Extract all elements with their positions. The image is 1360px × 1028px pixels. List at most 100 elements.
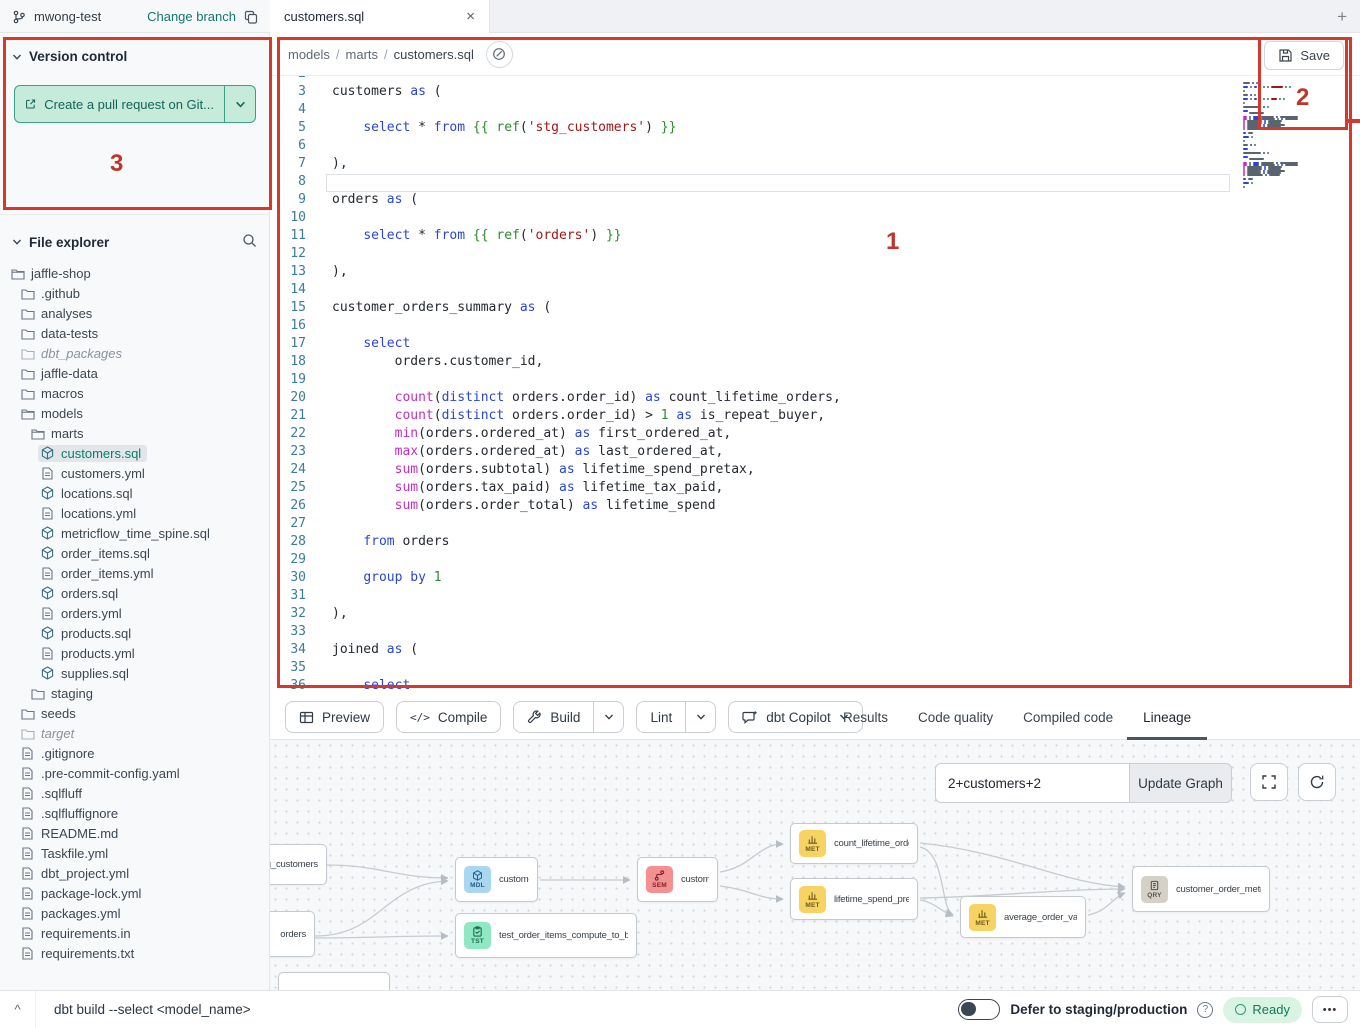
tab-customers-sql[interactable]: customers.sql ×	[270, 0, 490, 33]
file-tree-item-packages-yml[interactable]: packages.yml	[0, 903, 269, 923]
build-button[interactable]: Build	[514, 702, 593, 732]
file-tree-item-macros[interactable]: macros	[0, 383, 269, 403]
update-graph-button[interactable]: Update Graph	[1130, 763, 1232, 803]
file-tree-item--gitignore[interactable]: .gitignore	[0, 743, 269, 763]
panel-tab-code-quality[interactable]: Code quality	[918, 695, 993, 740]
line-number: 29	[270, 552, 306, 570]
file-health-icon[interactable]	[486, 41, 513, 68]
editor-minimap[interactable]	[1243, 80, 1323, 190]
file-tree-item-orders-yml[interactable]: orders.yml	[0, 603, 269, 623]
create-pr-button[interactable]: Create a pull request on Git...	[14, 85, 256, 123]
collapse-panel-icon[interactable]: ^	[0, 991, 36, 1028]
lineage-selector-input[interactable]: 2+customers+2	[935, 763, 1130, 803]
folder-icon	[10, 266, 25, 281]
search-icon[interactable]	[242, 233, 257, 251]
file-tree-item-readme-md[interactable]: README.md	[0, 823, 269, 843]
lint-caret[interactable]	[685, 702, 715, 732]
build-caret[interactable]	[593, 702, 623, 732]
panel-tab-lineage[interactable]: Lineage	[1143, 695, 1191, 740]
line-number: 10	[270, 210, 306, 228]
model-cube-icon	[40, 446, 55, 461]
file-tree-item-jaffle-data[interactable]: jaffle-data	[0, 363, 269, 383]
lineage-node-customers[interactable]: SEMcustomers	[637, 857, 718, 902]
change-branch-link[interactable]: Change branch	[147, 9, 236, 24]
ready-badge: Ready	[1223, 997, 1302, 1023]
file-tree-item--pre-commit-config-yaml[interactable]: .pre-commit-config.yaml	[0, 763, 269, 783]
node-type-badge-met: MET	[799, 886, 826, 913]
lineage-node-orders[interactable]: orders	[270, 911, 315, 957]
file-tree-item-marts[interactable]: marts	[0, 423, 269, 443]
node-label: test_order_items_compute_to_bools...	[499, 930, 628, 941]
lineage-node-count-lifetime-orders[interactable]: METcount_lifetime_orders	[790, 823, 918, 864]
file-tree-item-requirements-in[interactable]: requirements.in	[0, 923, 269, 943]
file-tree-item-jaffle-shop[interactable]: jaffle-shop	[0, 263, 269, 283]
defer-toggle[interactable]	[958, 999, 1000, 1020]
file-tree-item-taskfile-yml[interactable]: Taskfile.yml	[0, 843, 269, 863]
file-tree-item-order-items-sql[interactable]: order_items.sql	[0, 543, 269, 563]
line-number: 12	[270, 246, 306, 264]
breadcrumb-file[interactable]: customers.sql	[394, 47, 474, 62]
lineage-node-lifetime-spend-pretax[interactable]: METlifetime_spend_pretax	[790, 878, 918, 920]
file-tree-item--sqlfluffignore[interactable]: .sqlfluffignore	[0, 803, 269, 823]
copy-icon[interactable]	[244, 10, 258, 24]
fullscreen-button[interactable]	[1250, 763, 1288, 801]
create-pr-caret[interactable]	[225, 86, 255, 122]
file-tree-item-dbt-packages[interactable]: dbt_packages	[0, 343, 269, 363]
file-tree-item-supplies-sql[interactable]: supplies.sql	[0, 663, 269, 683]
file-tree-item-locations-sql[interactable]: locations.sql	[0, 483, 269, 503]
lineage-node-partial[interactable]	[278, 972, 390, 990]
create-pr-main[interactable]: Create a pull request on Git...	[15, 86, 225, 122]
lineage-node-customer-order-metrics[interactable]: QRYcustomer_order_metrics	[1132, 866, 1270, 912]
file-tree-item-dbt-project-yml[interactable]: dbt_project.yml	[0, 863, 269, 883]
lineage-node-test-order-items-compute-to-bo[interactable]: TSTtest_order_items_compute_to_bools...	[455, 913, 637, 958]
file-tree-item-products-sql[interactable]: products.sql	[0, 623, 269, 643]
lineage-node-average-order-value[interactable]: METaverage_order_value	[960, 896, 1086, 938]
code-line-5: 5 select * from {{ ref('stg_customers') …	[270, 120, 1360, 138]
file-tree-item-package-lock-yml[interactable]: package-lock.yml	[0, 883, 269, 903]
breadcrumb-models[interactable]: models	[288, 47, 330, 62]
folder-icon	[20, 386, 35, 401]
folder-icon	[30, 426, 45, 441]
file-tree-item-models[interactable]: models	[0, 403, 269, 423]
lineage-node-stg-customers[interactable]: stg_customers	[270, 844, 327, 885]
file-tree-item-customers-yml[interactable]: customers.yml	[0, 463, 269, 483]
file-tree-item-products-yml[interactable]: products.yml	[0, 643, 269, 663]
file-tree-item-locations-yml[interactable]: locations.yml	[0, 503, 269, 523]
code-line-4: 4	[270, 102, 1360, 120]
file-tree-label: .sqlfluffignore	[41, 806, 118, 821]
file-tree-item-requirements-txt[interactable]: requirements.txt	[0, 943, 269, 963]
tab-close-icon[interactable]: ×	[466, 9, 475, 24]
file-tree-item--github[interactable]: .github	[0, 283, 269, 303]
file-tree-item-data-tests[interactable]: data-tests	[0, 323, 269, 343]
lineage-canvas[interactable]: stg_customersorders MDLcustomers TSTtest_o…	[270, 740, 1360, 990]
file-tree-item-metricflow-time-spine-sql[interactable]: metricflow_time_spine.sql	[0, 523, 269, 543]
version-control-header[interactable]: Version control	[0, 33, 269, 64]
file-tree-item--sqlfluff[interactable]: .sqlfluff	[0, 783, 269, 803]
compile-button[interactable]: </> Compile	[396, 701, 501, 733]
file-tree-item-customers-sql[interactable]: customers.sql	[0, 443, 269, 463]
file-tree-item-staging[interactable]: staging	[0, 683, 269, 703]
file-tree-item-orders-sql[interactable]: orders.sql	[0, 583, 269, 603]
new-tab-icon[interactable]: +	[1337, 7, 1347, 27]
lint-button[interactable]: Lint	[637, 702, 685, 732]
file-tree-item-analyses[interactable]: analyses	[0, 303, 269, 323]
preview-button[interactable]: Preview	[285, 701, 384, 733]
help-icon[interactable]: ?	[1197, 1002, 1213, 1018]
sidebar: Version control Create a pull request on…	[0, 33, 270, 990]
node-type-badge-sem: SEM	[646, 866, 673, 893]
save-button[interactable]: Save	[1264, 41, 1344, 70]
line-content	[306, 76, 332, 84]
file-tree-item-seeds[interactable]: seeds	[0, 703, 269, 723]
chevron-down-icon	[12, 237, 22, 247]
file-explorer-header[interactable]: File explorer	[0, 233, 269, 251]
panel-tab-results[interactable]: Results	[843, 695, 888, 740]
panel-tab-compiled-code[interactable]: Compiled code	[1023, 695, 1113, 740]
code-editor[interactable]: 23customers as (45 select * from {{ ref(…	[270, 76, 1360, 695]
refresh-button[interactable]	[1298, 763, 1336, 801]
lineage-node-customers[interactable]: MDLcustomers	[455, 857, 538, 902]
file-tree-item-target[interactable]: target	[0, 723, 269, 743]
breadcrumb-marts[interactable]: marts	[346, 47, 379, 62]
file-tree-item-order-items-yml[interactable]: order_items.yml	[0, 563, 269, 583]
more-options-button[interactable]: •••	[1312, 996, 1348, 1023]
command-input[interactable]: dbt build --select <model_name>	[54, 1002, 251, 1017]
